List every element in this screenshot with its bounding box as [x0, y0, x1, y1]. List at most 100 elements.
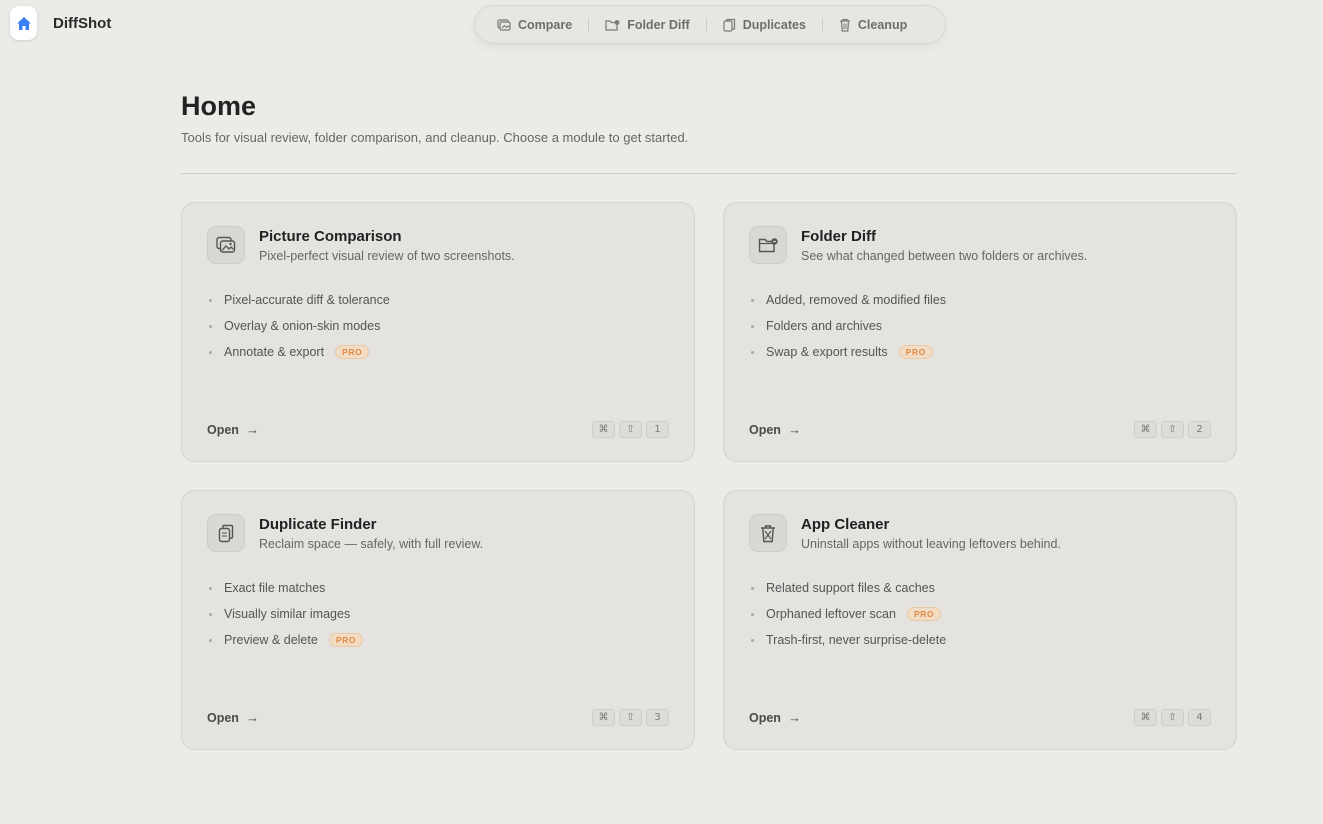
nav-folder-diff-label: Folder Diff	[627, 17, 690, 32]
feature-text: Exact file matches	[224, 581, 326, 595]
open-button[interactable]: Open →	[749, 422, 801, 437]
module-card-picture-comparison[interactable]: Picture Comparison Pixel-perfect visual …	[181, 202, 695, 462]
module-card-folder-diff[interactable]: Folder Diff See what changed between two…	[723, 202, 1237, 462]
folder-diff-icon	[605, 19, 620, 31]
bullet-dot	[751, 638, 754, 642]
trash-icon	[761, 524, 775, 542]
nav-cleanup-label: Cleanup	[857, 17, 908, 32]
key-cap: ⇧	[1161, 709, 1184, 726]
bullet-dot	[209, 298, 212, 302]
feature-list: Exact file matches Visually similar imag…	[209, 575, 364, 653]
card-title: Duplicate Finder	[259, 516, 377, 533]
feature-text: Added, removed & modified files	[766, 293, 946, 307]
key-cap: 4	[1188, 709, 1211, 726]
bullet-dot	[751, 298, 754, 302]
card-description: See what changed between two folders or …	[801, 249, 1088, 263]
feature-item: Visually similar images	[209, 601, 363, 627]
home-button[interactable]	[10, 6, 37, 40]
feature-text: Visually similar images	[224, 607, 351, 621]
module-nav: Compare Folder Diff Duplicates Cleanup	[474, 5, 946, 44]
feature-item: Trash-first, never surprise-delete	[751, 627, 946, 653]
bullet-dot	[751, 612, 754, 616]
feature-text: Folders and archives	[766, 319, 883, 333]
open-label: Open	[749, 710, 781, 725]
feature-list: Pixel-accurate diff & tolerance Overlay …	[209, 287, 390, 365]
key-cap: ⌘	[1134, 709, 1157, 726]
nav-folder-diff[interactable]: Folder Diff	[589, 6, 706, 43]
keyboard-shortcut: ⌘ ⇧ 1	[592, 421, 669, 438]
duplicates-icon	[723, 18, 735, 32]
open-button[interactable]: Open →	[207, 710, 259, 725]
duplicates-icon	[218, 524, 234, 542]
feature-text: Related support files & caches	[766, 581, 935, 595]
open-label: Open	[207, 710, 239, 725]
key-cap: ⇧	[619, 421, 642, 438]
feature-item: Pixel-accurate diff & tolerance	[209, 287, 390, 313]
nav-duplicates[interactable]: Duplicates	[707, 6, 822, 43]
open-button[interactable]: Open →	[207, 422, 259, 437]
feature-text: Trash-first, never surprise-delete	[766, 633, 947, 647]
folder-diff-icon	[758, 238, 778, 253]
key-cap: ⇧	[619, 709, 642, 726]
compare-icon	[497, 18, 511, 31]
keyboard-shortcut: ⌘ ⇧ 3	[592, 709, 669, 726]
card-title: Picture Comparison	[259, 228, 402, 245]
feature-item: Annotate & export PRO	[209, 339, 390, 365]
module-card-duplicate-finder[interactable]: Duplicate Finder Reclaim space — safely,…	[181, 490, 695, 750]
feature-text: Annotate & export	[224, 345, 325, 359]
feature-item: Swap & export results PRO	[751, 339, 946, 365]
nav-cleanup[interactable]: Cleanup	[823, 6, 923, 43]
card-title: Folder Diff	[801, 228, 876, 245]
header-divider	[181, 173, 1237, 174]
keyboard-shortcut: ⌘ ⇧ 2	[1134, 421, 1211, 438]
bullet-dot	[209, 350, 212, 354]
pro-badge: PRO	[328, 633, 364, 647]
bullet-dot	[209, 612, 212, 616]
feature-text: Overlay & onion-skin modes	[224, 319, 381, 333]
nav-duplicates-label: Duplicates	[742, 17, 806, 32]
feature-list: Related support files & caches Orphaned …	[751, 575, 946, 653]
open-label: Open	[749, 422, 781, 437]
key-cap: ⌘	[1134, 421, 1157, 438]
feature-item: Exact file matches	[209, 575, 363, 601]
arrow-right-icon: →	[787, 422, 801, 437]
card-icon-box	[207, 514, 245, 552]
key-cap: ⌘	[592, 709, 615, 726]
card-icon-box	[749, 514, 787, 552]
feature-item: Related support files & caches	[751, 575, 946, 601]
bullet-dot	[751, 324, 754, 328]
key-cap: 1	[646, 421, 669, 438]
arrow-right-icon: →	[245, 422, 259, 437]
key-cap: ⌘	[592, 421, 615, 438]
arrow-right-icon: →	[245, 710, 259, 725]
app-name: DiffShot	[53, 14, 112, 32]
bullet-dot	[751, 350, 754, 354]
feature-item: Preview & delete PRO	[209, 627, 364, 653]
feature-text: Orphaned leftover scan	[766, 607, 896, 621]
keyboard-shortcut: ⌘ ⇧ 4	[1134, 709, 1211, 726]
open-button[interactable]: Open →	[749, 710, 801, 725]
feature-item: Overlay & onion-skin modes	[209, 313, 390, 339]
home-icon	[16, 16, 31, 30]
card-title: App Cleaner	[801, 516, 890, 533]
feature-list: Added, removed & modified files Folders …	[751, 287, 946, 365]
bullet-dot	[209, 586, 212, 590]
feature-item: Orphaned leftover scan PRO	[751, 601, 946, 627]
bullet-dot	[751, 586, 754, 590]
module-card-app-cleaner[interactable]: App Cleaner Uninstall apps without leavi…	[723, 490, 1237, 750]
card-icon-box	[207, 226, 245, 264]
feature-item: Added, removed & modified files	[751, 287, 946, 313]
nav-compare[interactable]: Compare	[481, 6, 588, 43]
picture-comparison-icon	[216, 236, 236, 253]
feature-text: Pixel-accurate diff & tolerance	[224, 293, 390, 307]
key-cap: 2	[1188, 421, 1211, 438]
cleanup-icon	[839, 18, 850, 32]
arrow-right-icon: →	[787, 710, 801, 725]
feature-text: Swap & export results	[766, 345, 888, 359]
pro-badge: PRO	[335, 345, 370, 359]
card-description: Reclaim space — safely, with full review…	[259, 537, 484, 551]
card-icon-box	[749, 226, 787, 264]
bullet-dot	[209, 324, 212, 328]
app-brand: DiffShot	[10, 6, 111, 40]
key-cap: 3	[646, 709, 669, 726]
